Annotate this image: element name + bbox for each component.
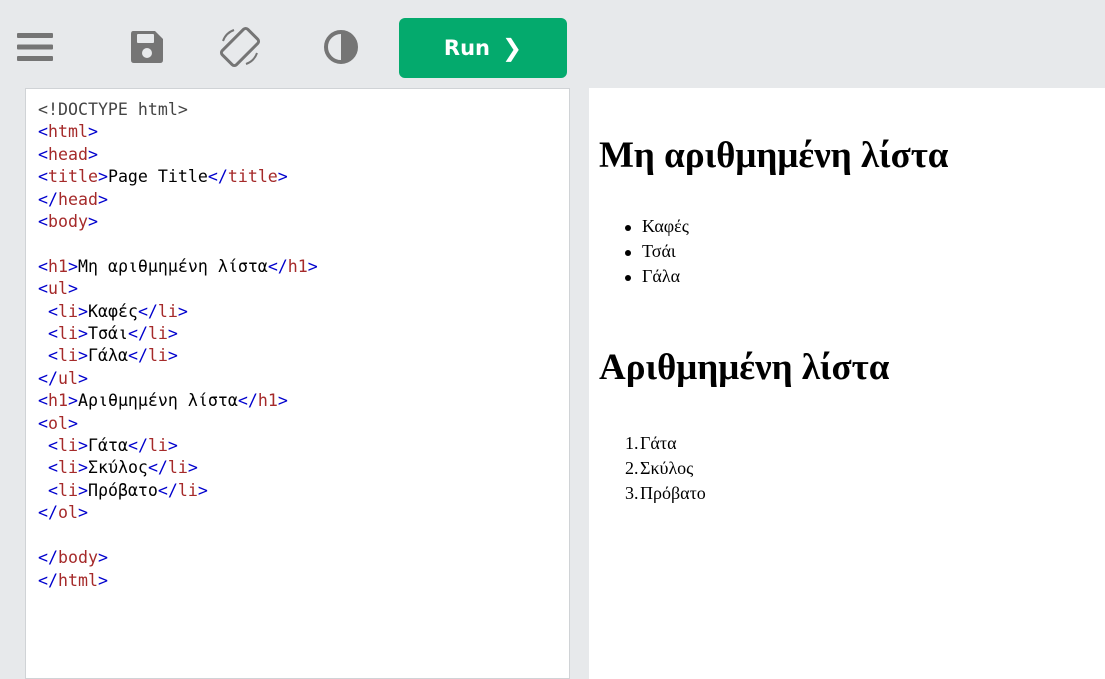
code-line: <body> [38,212,98,232]
toolbar: Run ❯ [0,0,1105,88]
chevron-right-icon: ❯ [501,34,523,62]
result-pane: Μη αριθμημένη λίστα Καφές Τσάι Γάλα Αριθ… [589,88,1105,679]
code-line: <li>Σκύλος</li> [48,458,198,478]
code-line: <li>Γάλα</li> [48,346,178,366]
code-line: <!DOCTYPE html> [38,100,188,119]
list-item: Γάλα [625,264,689,289]
list-item: Τσάι [625,239,689,264]
code-line: <li>Τσάι</li> [48,324,178,344]
code-line: <html> [38,122,98,142]
code-line: </ol> [38,503,88,523]
code-line: </body> [38,548,108,568]
list-item: 1.Γάτα [625,433,677,453]
code-line: <ul> [38,279,78,299]
ordered-list: 1.Γάτα 2.Σκύλος 3.Πρόβατο [625,431,706,506]
contrast-icon[interactable] [316,22,366,72]
menu-icon[interactable] [10,22,60,72]
code-line: <h1>Αριθμημένη λίστα</h1> [38,391,288,411]
code-line: </head> [38,189,108,209]
pane-splitter[interactable] [571,88,589,679]
list-item: Καφές [625,214,689,239]
code-line: <li>Πρόβατο</li> [48,480,208,500]
list-item: 3.Πρόβατο [625,483,706,503]
run-button[interactable]: Run ❯ [399,18,567,78]
code-line: </html> [38,570,108,590]
list-item: 2.Σκύλος [625,458,694,478]
run-button-label: Run [443,36,490,60]
heading-ordered-list: Αριθμημένη λίστα [599,347,890,388]
code-line: <title>Page Title</title> [38,167,288,187]
code-line: </ul> [38,368,88,388]
code-editor[interactable]: <!DOCTYPE html> <html> <head> <title>Page T… [25,88,570,679]
code-line: <h1>Μη αριθμημένη λίστα</h1> [38,256,318,276]
code-line: <li>Γάτα</li> [48,436,178,456]
code-content[interactable]: <!DOCTYPE html> <html> <head> <title>Page T… [38,99,569,592]
code-line: <li>Καφές</li> [48,301,188,321]
code-line: <head> [38,144,98,164]
unordered-list: Καφές Τσάι Γάλα [625,214,689,289]
save-icon[interactable] [122,22,172,72]
rotate-icon[interactable] [215,22,265,72]
heading-unordered-list: Μη αριθμημένη λίστα [599,135,949,176]
code-line: <ol> [38,413,78,433]
